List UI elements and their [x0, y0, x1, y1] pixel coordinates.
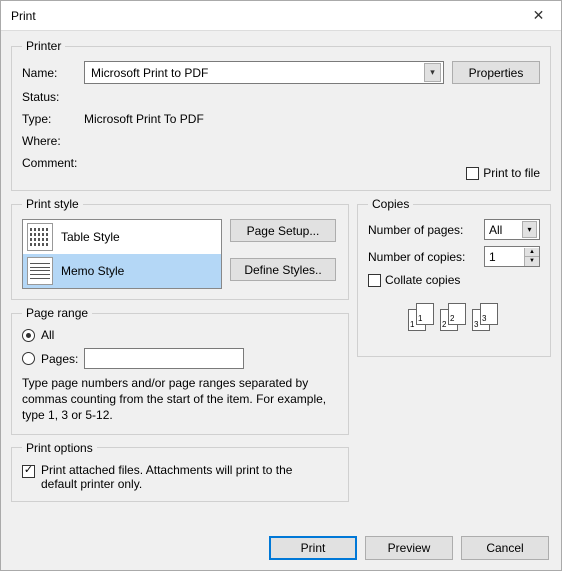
titlebar: Print ✕: [1, 1, 561, 31]
define-styles-button[interactable]: Define Styles..: [230, 258, 336, 281]
print-to-file-checkbox[interactable]: [466, 167, 479, 180]
print-style-group: Print style Table Style: [11, 197, 349, 300]
print-to-file-label: Print to file: [483, 166, 540, 180]
chevron-down-icon: ▾: [522, 221, 537, 238]
num-pages-label: Number of pages:: [368, 223, 478, 237]
printer-name-value: Microsoft Print to PDF: [91, 66, 208, 80]
page-range-group: Page range All Pages: Type page numbers …: [11, 306, 349, 435]
spinner-down-icon[interactable]: ▼: [524, 257, 539, 266]
dialog-footer: Print Preview Cancel: [269, 536, 549, 560]
page-range-pages-radio[interactable]: [22, 352, 35, 365]
page-range-all-radio[interactable]: [22, 329, 35, 342]
page-range-all-label: All: [41, 328, 54, 342]
page-icon: 3: [480, 303, 498, 325]
chevron-down-icon: ▾: [424, 63, 441, 82]
preview-button[interactable]: Preview: [365, 536, 453, 560]
collate-label: Collate copies: [385, 273, 460, 287]
close-button[interactable]: ✕: [516, 1, 561, 31]
page-setup-button[interactable]: Page Setup...: [230, 219, 336, 242]
collate-illustration: 11 22 33: [368, 303, 540, 331]
style-item-label: Memo Style: [61, 264, 124, 278]
printer-legend: Printer: [22, 39, 65, 53]
name-label: Name:: [22, 66, 84, 80]
type-label: Type:: [22, 112, 84, 126]
print-style-legend: Print style: [22, 197, 83, 211]
style-item-label: Table Style: [61, 230, 120, 244]
cancel-button[interactable]: Cancel: [461, 536, 549, 560]
type-value: Microsoft Print To PDF: [84, 112, 204, 126]
num-pages-select[interactable]: All ▾: [484, 219, 540, 240]
copies-group: Copies Number of pages: All ▾ Number of …: [357, 197, 551, 357]
printer-group: Printer Name: Microsoft Print to PDF ▾ P…: [11, 39, 551, 191]
memo-style-icon: [27, 257, 53, 285]
table-style-icon: [27, 223, 53, 251]
print-style-list[interactable]: Table Style Memo Style: [22, 219, 222, 289]
print-options-group: Print options Print attached files. Atta…: [11, 441, 349, 502]
window-title: Print: [11, 9, 36, 23]
page-range-pages-label: Pages:: [41, 352, 78, 366]
copies-legend: Copies: [368, 197, 413, 211]
num-copies-spinner[interactable]: 1 ▲ ▼: [484, 246, 540, 267]
page-range-help: Type page numbers and/or page ranges sep…: [22, 375, 338, 424]
print-button[interactable]: Print: [269, 536, 357, 560]
dialog-content: Printer Name: Microsoft Print to PDF ▾ P…: [1, 31, 561, 528]
style-item-memo[interactable]: Memo Style: [23, 254, 221, 288]
status-label: Status:: [22, 90, 84, 104]
page-icon: 1: [416, 303, 434, 325]
print-options-legend: Print options: [22, 441, 97, 455]
spinner-up-icon[interactable]: ▲: [524, 248, 539, 257]
print-to-file-row: Print to file: [466, 166, 540, 180]
printer-name-select[interactable]: Microsoft Print to PDF ▾: [84, 61, 444, 84]
num-copies-label: Number of copies:: [368, 250, 478, 264]
print-attached-label: Print attached files. Attachments will p…: [41, 463, 331, 491]
print-attached-checkbox[interactable]: [22, 465, 35, 478]
pages-input[interactable]: [84, 348, 244, 369]
print-dialog: Print ✕ Printer Name: Microsoft Print to…: [0, 0, 562, 571]
page-icon: 2: [448, 303, 466, 325]
properties-button[interactable]: Properties: [452, 61, 540, 84]
num-copies-value: 1: [489, 250, 496, 264]
page-range-legend: Page range: [22, 306, 92, 320]
comment-label: Comment:: [22, 156, 84, 170]
where-label: Where:: [22, 134, 84, 148]
collate-checkbox[interactable]: [368, 274, 381, 287]
close-icon: ✕: [533, 7, 545, 24]
style-item-table[interactable]: Table Style: [23, 220, 221, 254]
num-pages-value: All: [489, 223, 502, 237]
